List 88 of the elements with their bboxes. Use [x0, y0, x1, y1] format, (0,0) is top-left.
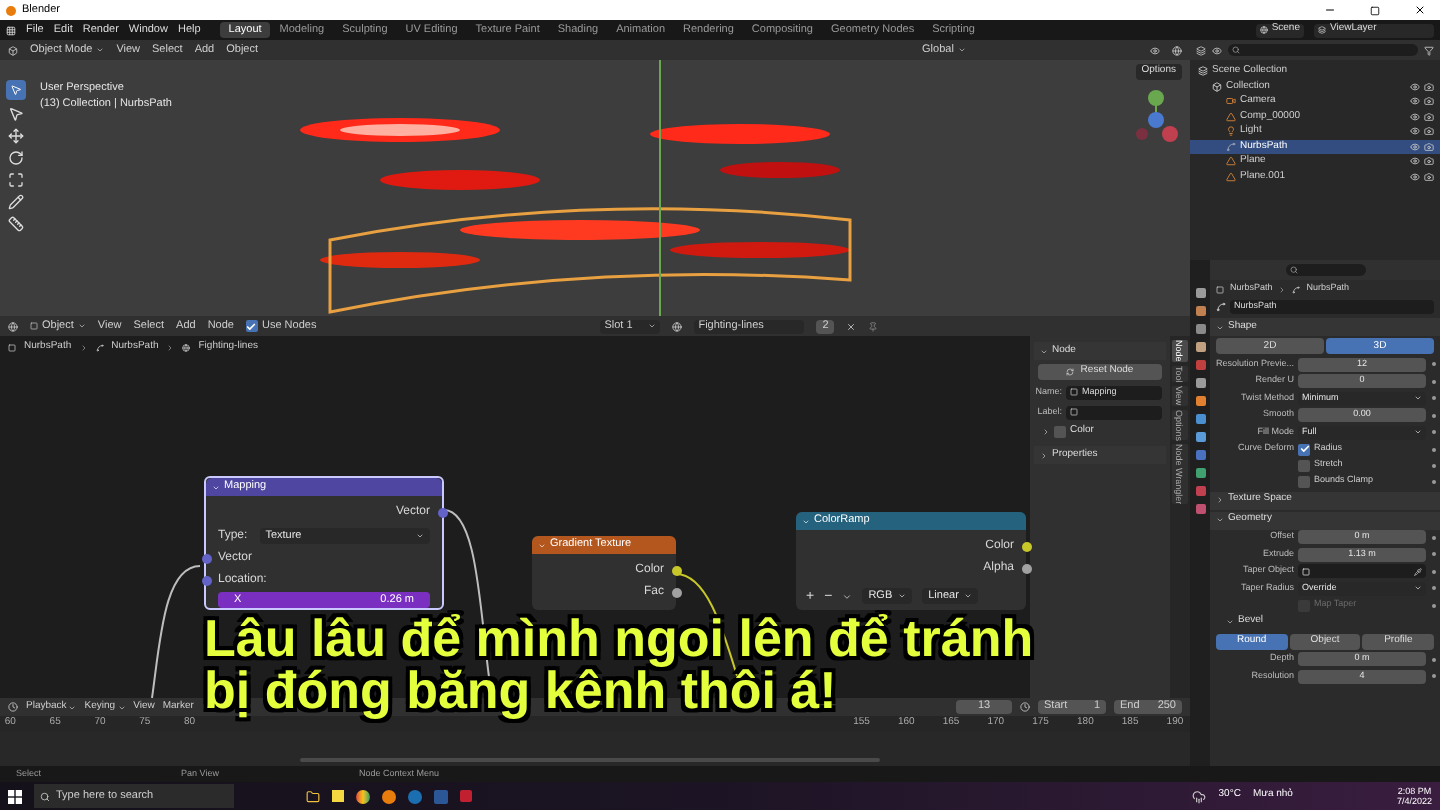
socket[interactable] — [1021, 542, 1031, 552]
browser-app-icon[interactable] — [356, 789, 370, 803]
clock-icon[interactable] — [1020, 702, 1030, 712]
triangle-icon — [1226, 111, 1236, 122]
checkbox[interactable] — [1298, 443, 1310, 455]
editor-type-icon[interactable] — [1196, 45, 1206, 55]
checkbox[interactable] — [245, 320, 258, 332]
select-cursor-icon[interactable] — [6, 80, 26, 100]
chevron-down-icon[interactable] — [842, 591, 853, 601]
curve-icon — [1292, 285, 1301, 293]
minimize-icon[interactable] — [1324, 4, 1336, 16]
object-icon — [1216, 285, 1224, 293]
search-field[interactable] — [1285, 264, 1365, 276]
eye-icon[interactable] — [1410, 96, 1420, 107]
collection-icon — [1212, 81, 1222, 92]
navigation-gizmo-drawing — [1134, 88, 1178, 144]
filter-icon[interactable] — [1424, 45, 1434, 55]
app-logo-icon — [6, 5, 16, 15]
scale-icon[interactable] — [8, 172, 24, 188]
search-icon — [1232, 46, 1240, 54]
socket[interactable] — [671, 566, 681, 576]
ruler-icon[interactable] — [8, 216, 24, 232]
camera-icon[interactable] — [1424, 141, 1434, 152]
eye-icon[interactable] — [1410, 111, 1420, 122]
text-field[interactable] — [1066, 405, 1162, 419]
camera-icon[interactable] — [1424, 96, 1434, 107]
shading-icon[interactable] — [1172, 45, 1182, 55]
document-app-icon[interactable] — [434, 789, 448, 803]
folder-icon[interactable] — [306, 789, 320, 803]
checkbox[interactable] — [1298, 475, 1310, 487]
square-icon — [30, 322, 38, 330]
eye-icon[interactable] — [1410, 156, 1420, 167]
rotate-icon[interactable] — [8, 150, 24, 166]
cursor-icon[interactable] — [8, 106, 24, 122]
camera-icon[interactable] — [1424, 156, 1434, 167]
node-link — [148, 562, 204, 698]
socket[interactable] — [1021, 564, 1031, 574]
curve-icon — [1216, 302, 1226, 312]
checkmark-icon — [246, 321, 257, 331]
checkmark-icon — [1299, 444, 1309, 454]
eye-icon[interactable] — [1150, 45, 1160, 55]
square-icon — [1070, 388, 1078, 396]
maximize-icon[interactable] — [1370, 5, 1380, 15]
eye-icon[interactable] — [1410, 171, 1420, 182]
close-icon[interactable] — [1414, 4, 1426, 16]
material-icon — [182, 343, 191, 352]
windows-logo-icon[interactable] — [8, 789, 22, 803]
checkbox[interactable] — [1298, 459, 1310, 471]
caption-overlay: bị đóng băng kênh thôi á! — [204, 664, 837, 716]
square-icon — [1070, 408, 1078, 416]
camera-icon[interactable] — [1424, 171, 1434, 182]
move-icon[interactable] — [8, 128, 24, 144]
editor-type-icon[interactable] — [8, 702, 18, 712]
eye-icon[interactable] — [1410, 81, 1420, 92]
search-icon — [40, 791, 50, 801]
lightbulb-icon — [1226, 126, 1236, 137]
timeline-track[interactable] — [0, 732, 1190, 766]
eyedropper-icon — [1414, 567, 1422, 576]
sphere-icon — [1259, 26, 1268, 34]
pin-icon[interactable] — [868, 321, 879, 331]
rain-cloud-icon — [1192, 789, 1207, 803]
object-field[interactable] — [1298, 564, 1426, 579]
camera-icon — [1226, 96, 1236, 107]
object-icon — [8, 343, 16, 352]
camera-icon[interactable] — [1424, 126, 1434, 137]
eye-icon[interactable] — [1410, 126, 1420, 137]
curve-icon — [1226, 141, 1236, 152]
square-icon — [1302, 567, 1310, 576]
camera-icon[interactable] — [1424, 81, 1434, 92]
scrollbar[interactable] — [300, 758, 880, 762]
refresh-icon — [1066, 368, 1075, 376]
curve-icon — [95, 343, 104, 352]
search-icon — [1289, 266, 1297, 274]
camera-icon[interactable] — [1424, 111, 1434, 122]
socket[interactable] — [201, 554, 211, 564]
editor-type-icon[interactable] — [8, 321, 18, 331]
socket[interactable] — [671, 588, 681, 598]
pencil-icon[interactable] — [8, 194, 24, 210]
editor-type-icon[interactable] — [8, 45, 18, 55]
socket[interactable] — [201, 576, 211, 586]
display-mode-icon[interactable] — [1212, 45, 1222, 55]
layers-icon — [1318, 26, 1326, 34]
material-icon[interactable] — [672, 321, 683, 331]
socket[interactable] — [437, 508, 447, 518]
scene-collection-icon — [1198, 66, 1208, 77]
search-field[interactable] — [1228, 44, 1418, 56]
checkbox[interactable] — [1054, 426, 1066, 438]
eye-icon[interactable] — [1410, 141, 1420, 152]
